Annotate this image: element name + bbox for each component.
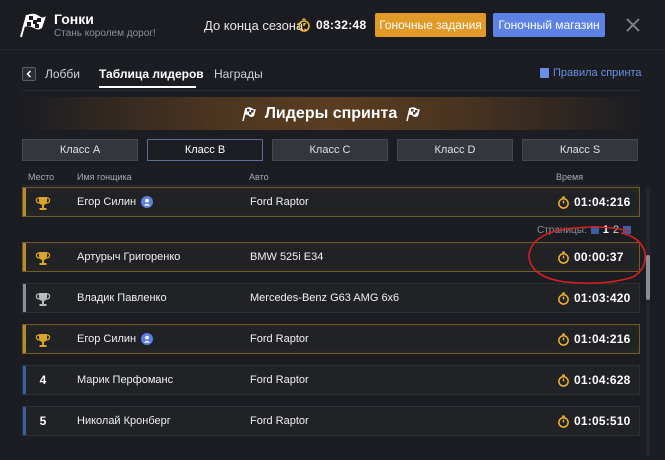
race-time-value: 01:04:216 — [574, 332, 631, 346]
stopwatch-icon — [558, 373, 569, 387]
tab-rewards[interactable]: Награды — [214, 67, 263, 81]
car-name: Mercedes-Benz G63 AMG 6x6 — [250, 292, 400, 304]
pagination-label: Страницы: — [537, 224, 587, 236]
race-time-value: 01:03:420 — [574, 291, 631, 305]
driver-name-text: Егор Силин — [77, 333, 137, 345]
race-tasks-button[interactable]: Гоночные задания — [375, 13, 486, 37]
driver-name-text: Артурыч Григоренко — [77, 251, 181, 263]
back-button[interactable] — [22, 67, 36, 81]
driver-name: Владик Павленко — [77, 292, 167, 304]
tab-lobby[interactable]: Лобби — [45, 67, 80, 81]
race-time-value: 00:00:37 — [574, 250, 624, 264]
place-number: 5 — [39, 414, 47, 428]
document-icon — [540, 68, 549, 78]
car-name: Ford Raptor — [250, 196, 309, 208]
driver-name-text: Николай Кронберг — [77, 415, 171, 427]
driver-name-text: Егор Силин — [77, 196, 137, 208]
nav-divider — [22, 90, 640, 91]
tab-class-a[interactable]: Класс A — [22, 139, 138, 161]
driver-name: Егор Силин — [77, 196, 154, 208]
tab-class-b[interactable]: Класс B — [147, 139, 263, 161]
driver-name-text: Владик Павленко — [77, 292, 167, 304]
checkered-flag-logo-icon — [20, 13, 46, 38]
sprint-leaders-banner: Лидеры спринта — [22, 97, 640, 130]
scrollbar-thumb[interactable] — [646, 255, 650, 300]
driver-name-text: Марик Перфоманс — [77, 374, 174, 386]
scrollbar-track[interactable] — [646, 186, 650, 456]
close-icon[interactable] — [625, 17, 641, 33]
stopwatch-icon — [558, 332, 569, 346]
race-time: 01:04:216 — [557, 195, 631, 209]
table-row: Егор Силин Ford Raptor 01:04:216 — [22, 324, 640, 354]
race-time: 01:04:216 — [557, 332, 631, 346]
tab-leaderboard[interactable]: Таблица лидеров — [99, 67, 204, 81]
pagination: Страницы: 1 2 — [537, 224, 631, 236]
stopwatch-icon — [298, 18, 310, 32]
app-subtitle: Стань королем дорог! — [54, 28, 156, 39]
race-time: 00:00:37 — [557, 250, 624, 264]
driver-name: Марик Перфоманс — [77, 374, 173, 386]
column-header-car: Авто — [249, 172, 269, 182]
checkered-flag-icon — [241, 106, 256, 121]
car-name: BMW 525i E34 — [250, 251, 324, 263]
race-time-value: 01:05:510 — [574, 414, 631, 428]
chevron-left-icon — [26, 70, 32, 78]
race-time: 01:04:628 — [557, 373, 631, 387]
sprint-rules-label: Правила спринта — [553, 67, 642, 79]
table-row: Владик Павленко Mercedes-Benz G63 AMG 6x… — [22, 283, 640, 313]
gold-trophy-icon — [35, 197, 51, 210]
car-name: Ford Raptor — [250, 415, 309, 427]
tab-class-d[interactable]: Класс D — [397, 139, 513, 161]
page-2-link[interactable]: 2 — [613, 224, 619, 236]
race-time-value: 01:04:628 — [574, 373, 631, 387]
car-name: Ford Raptor — [250, 374, 309, 386]
table-row: 4 Марик Перфоманс Ford Raptor 01:04:628 — [22, 365, 640, 395]
sprint-rules-link[interactable]: Правила спринта — [540, 67, 642, 79]
app-title: Гонки — [54, 11, 94, 27]
season-countdown-timer: 08:32:48 — [316, 18, 367, 32]
tab-class-s[interactable]: Класс S — [522, 139, 638, 161]
prev-page-arrow-icon[interactable] — [590, 226, 599, 234]
driver-name: Егор Силин — [77, 333, 154, 345]
race-time: 01:05:510 — [557, 414, 631, 428]
silver-trophy-icon — [35, 293, 51, 306]
driver-name: Николай Кронберг — [77, 415, 171, 427]
stopwatch-icon — [558, 195, 569, 209]
user-badge-icon — [141, 196, 154, 208]
next-page-arrow-icon[interactable] — [622, 226, 631, 234]
race-shop-button[interactable]: Гоночный магазин — [493, 13, 605, 37]
driver-name: Артурыч Григоренко — [77, 251, 180, 263]
column-header-name: Имя гонщика — [77, 172, 132, 182]
place-number: 4 — [39, 373, 47, 387]
checkered-flag-icon — [406, 106, 421, 121]
column-header-place: Место — [28, 172, 55, 182]
stopwatch-icon — [558, 414, 569, 428]
active-tab-underline — [99, 86, 196, 88]
header-divider — [22, 185, 640, 186]
race-time-value: 01:04:216 — [574, 195, 631, 209]
stopwatch-icon — [558, 250, 569, 264]
race-time: 01:03:420 — [557, 291, 631, 305]
column-header-time: Время — [556, 172, 584, 182]
table-row: 5 Николай Кронберг Ford Raptor 01:05:510 — [22, 406, 640, 436]
stopwatch-icon — [558, 291, 569, 305]
gold-trophy-icon — [35, 334, 51, 347]
tab-class-c[interactable]: Класс C — [272, 139, 388, 161]
top-bar: Гонки Стань королем дорог! До конца сезо… — [0, 0, 665, 50]
car-name: Ford Raptor — [250, 333, 309, 345]
banner-title: Лидеры спринта — [264, 104, 398, 122]
page-1-link[interactable]: 1 — [603, 224, 609, 236]
gold-trophy-icon — [35, 252, 51, 265]
table-row: Артурыч Григоренко BMW 525i E34 00:00:37 — [22, 242, 640, 272]
pinned-player-row: Егор Силин Ford Raptor 01:04:216 — [22, 187, 640, 217]
user-badge-icon — [141, 333, 154, 345]
season-countdown-label: До конца сезона: — [204, 18, 307, 33]
